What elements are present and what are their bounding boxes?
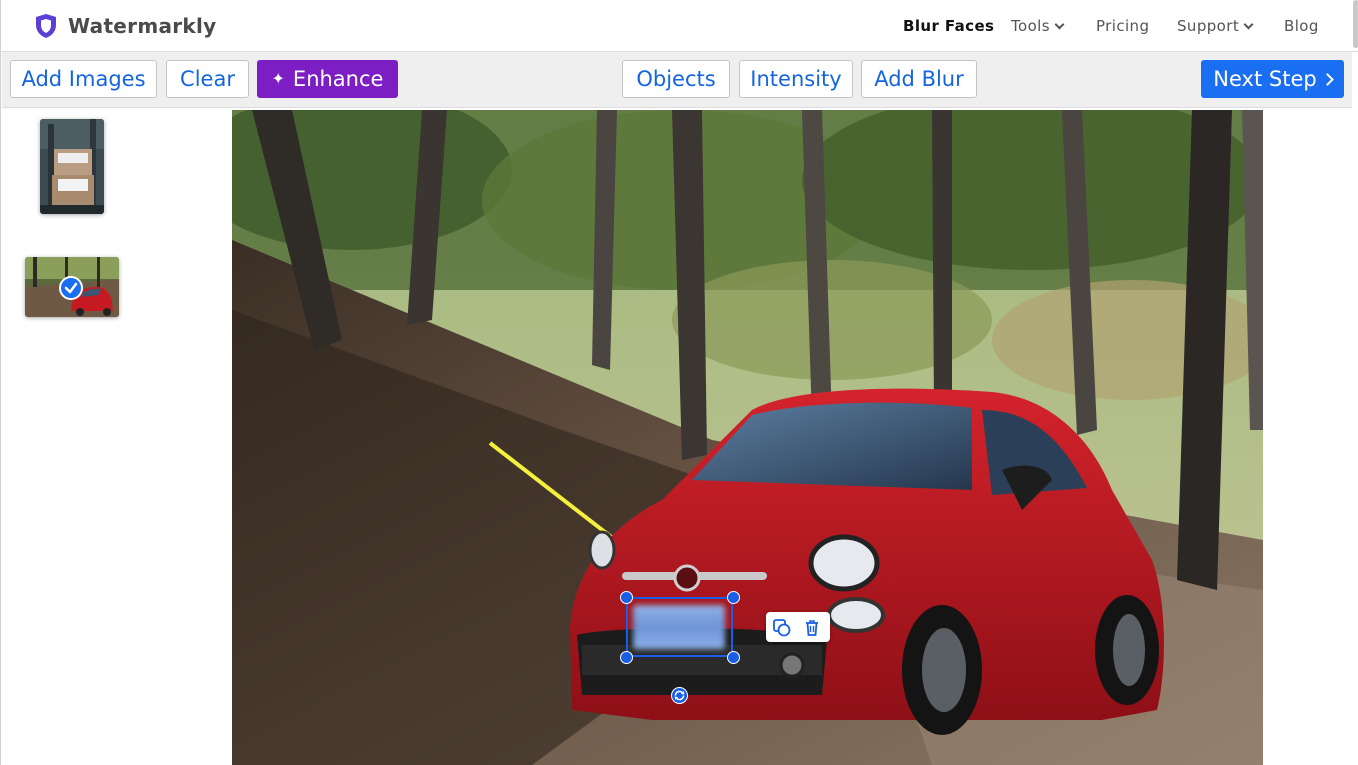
editor-canvas[interactable] xyxy=(232,110,1263,765)
red-car-photo xyxy=(232,110,1263,765)
resize-handle-top-right[interactable] xyxy=(727,591,740,604)
blur-selection-box[interactable] xyxy=(626,597,733,657)
editor-toolbar: Add Images Clear ✦ Enhance Objects Intens… xyxy=(2,52,1352,108)
nav-tools-label: Tools xyxy=(1011,17,1050,35)
enhance-label: Enhance xyxy=(292,67,384,91)
app-window: Watermarkly Blur Faces Tools Pricing Sup… xyxy=(0,0,1358,765)
next-step-button[interactable]: Next Step xyxy=(1201,60,1344,98)
nav-pricing[interactable]: Pricing xyxy=(1096,17,1149,35)
resize-handle-bottom-left[interactable] xyxy=(620,651,633,664)
nav-support-label: Support xyxy=(1177,17,1240,35)
chevron-down-icon xyxy=(1243,19,1254,30)
next-step-label: Next Step xyxy=(1213,67,1317,91)
shield-icon[interactable] xyxy=(34,13,58,39)
intensity-button[interactable]: Intensity xyxy=(739,60,853,98)
check-icon xyxy=(59,276,83,300)
resize-handle-bottom-right[interactable] xyxy=(727,651,740,664)
add-images-button[interactable]: Add Images xyxy=(10,60,157,98)
resize-handle-top-left[interactable] xyxy=(620,591,633,604)
rotate-icon[interactable] xyxy=(671,687,688,704)
trash-icon[interactable] xyxy=(802,618,822,638)
top-header: Watermarkly Blur Faces Tools Pricing Sup… xyxy=(1,0,1358,52)
nav-support[interactable]: Support xyxy=(1177,17,1254,35)
nav-blur-faces[interactable]: Blur Faces xyxy=(903,17,994,35)
window-scrollbar[interactable] xyxy=(1353,0,1358,48)
chevron-down-icon xyxy=(1054,19,1065,30)
clear-button[interactable]: Clear xyxy=(166,60,249,98)
nav-blog[interactable]: Blog xyxy=(1284,17,1319,35)
duplicate-icon[interactable] xyxy=(772,618,792,638)
selection-actions xyxy=(766,612,830,642)
brand-name[interactable]: Watermarkly xyxy=(68,14,217,38)
boxes-thumbnail-image xyxy=(40,119,104,214)
objects-button[interactable]: Objects xyxy=(622,60,730,98)
nav-tools[interactable]: Tools xyxy=(1011,17,1065,35)
sparkle-icon: ✦ xyxy=(271,69,285,88)
add-blur-button[interactable]: Add Blur xyxy=(861,60,977,98)
enhance-button[interactable]: ✦ Enhance xyxy=(257,60,398,98)
chevron-right-icon xyxy=(1320,73,1334,86)
thumbnail-boxes[interactable] xyxy=(40,119,104,214)
